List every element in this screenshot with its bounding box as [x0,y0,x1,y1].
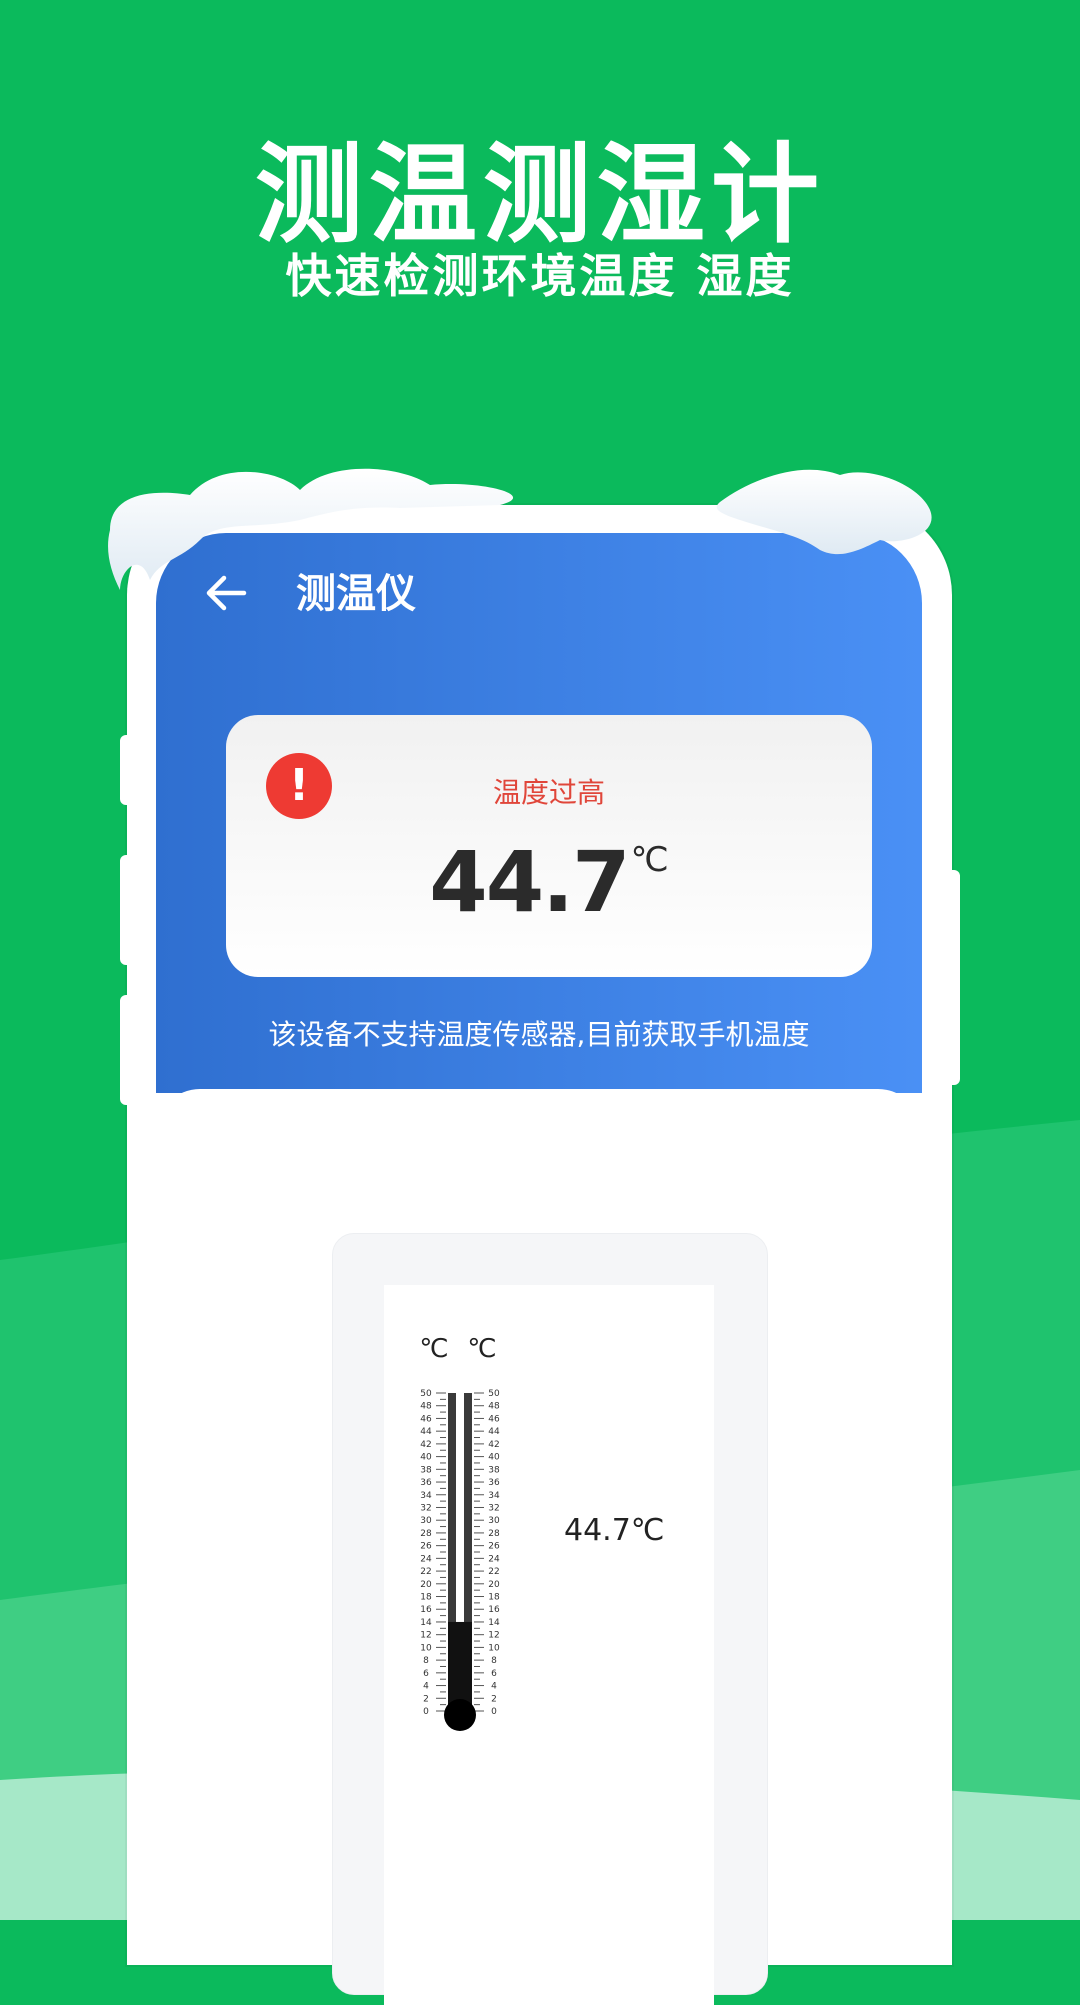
tick-label-left: 40 [420,1453,432,1463]
tick-label-left: 44 [420,1427,432,1437]
tick-label-right: 2 [491,1694,497,1704]
promo-subtitle: 快速检测环境温度 湿度 [285,249,795,303]
tick-label-left: 34 [420,1491,432,1501]
snow-decoration [108,468,932,590]
tick-label-left: 2 [423,1694,429,1704]
tick-label-right: 6 [491,1669,497,1679]
tick-label-left: 22 [420,1567,431,1577]
tick-label-right: 26 [488,1542,500,1552]
tick-label-right: 16 [488,1605,500,1615]
tick-label-right: 12 [488,1631,499,1641]
tick-label-left: 48 [420,1402,432,1412]
tick-label-right: 14 [488,1618,500,1628]
tick-label-right: 36 [488,1478,500,1488]
tick-label-left: 32 [420,1503,431,1513]
right-unit-label: ℃ [467,1334,496,1364]
tick-label-left: 42 [420,1440,431,1450]
temperature-card: ! 温度过高 44.7℃ [226,715,872,977]
tick-label-right: 46 [488,1414,500,1424]
temperature-unit: ℃ [630,840,669,880]
tick-label-right: 8 [491,1656,497,1666]
tick-label-left: 24 [420,1554,432,1564]
tick-label-right: 24 [488,1554,500,1564]
tick-label-right: 0 [491,1707,497,1717]
phone-side-button [946,870,960,1085]
tick-label-right: 10 [488,1643,500,1653]
tick-label-right: 34 [488,1491,500,1501]
tick-label-right: 42 [488,1440,499,1450]
thermometer-gauge: ℃ ℃ 0 02 24 46 68 810 1012 1214 1416 1618 1820 2022… [419,1334,500,1731]
tick-label-left: 6 [423,1669,429,1679]
tick-label-left: 30 [420,1516,432,1526]
tick-label-left: 20 [420,1580,432,1590]
phone-side-button [120,995,134,1105]
tick-label-right: 32 [488,1503,499,1513]
tick-label-left: 8 [423,1656,429,1666]
thermometer-bulb [444,1699,476,1731]
tick-label-left: 50 [420,1389,432,1399]
tick-label-left: 28 [420,1529,432,1539]
tick-label-left: 16 [420,1605,432,1615]
tick-label-right: 50 [488,1389,500,1399]
tick-label-left: 18 [420,1593,432,1603]
tick-label-left: 14 [420,1618,432,1628]
tick-label-right: 30 [488,1516,500,1526]
tick-label-left: 10 [420,1643,432,1653]
tick-label-left: 38 [420,1465,432,1475]
tick-label-left: 12 [420,1631,431,1641]
tick-label-left: 0 [423,1707,429,1717]
phone-side-button [120,735,134,805]
sensor-note: 该设备不支持温度传感器,目前获取手机温度 [268,1018,810,1051]
thermometer-reading: 44.7℃ [564,1513,665,1548]
temperature-display: 44.7℃ [226,833,872,931]
tick-label-left: 46 [420,1414,432,1424]
tick-label-right: 38 [488,1465,500,1475]
tick-label-right: 20 [488,1580,500,1590]
tick-label-right: 40 [488,1453,500,1463]
tick-label-right: 4 [491,1682,497,1692]
tick-label-right: 44 [488,1427,500,1437]
tick-label-right: 22 [488,1567,499,1577]
warning-text: 温度过高 [492,776,605,809]
tick-label-left: 36 [420,1478,432,1488]
tick-label-left: 4 [423,1682,429,1692]
phone-side-button [120,855,134,965]
left-unit-label: ℃ [419,1334,448,1364]
temperature-value: 44.7 [429,833,630,931]
tick-label-right: 28 [488,1529,500,1539]
tick-label-left: 26 [420,1542,432,1552]
tick-label-right: 18 [488,1593,500,1603]
thermometer-area: ℃ ℃ 0 0 2 2 4 4 6 6 8 8 10 10 12 12 14 14 16 16 18 18 20 20 22… [384,1285,714,2005]
tick-label-right: 48 [488,1402,500,1412]
